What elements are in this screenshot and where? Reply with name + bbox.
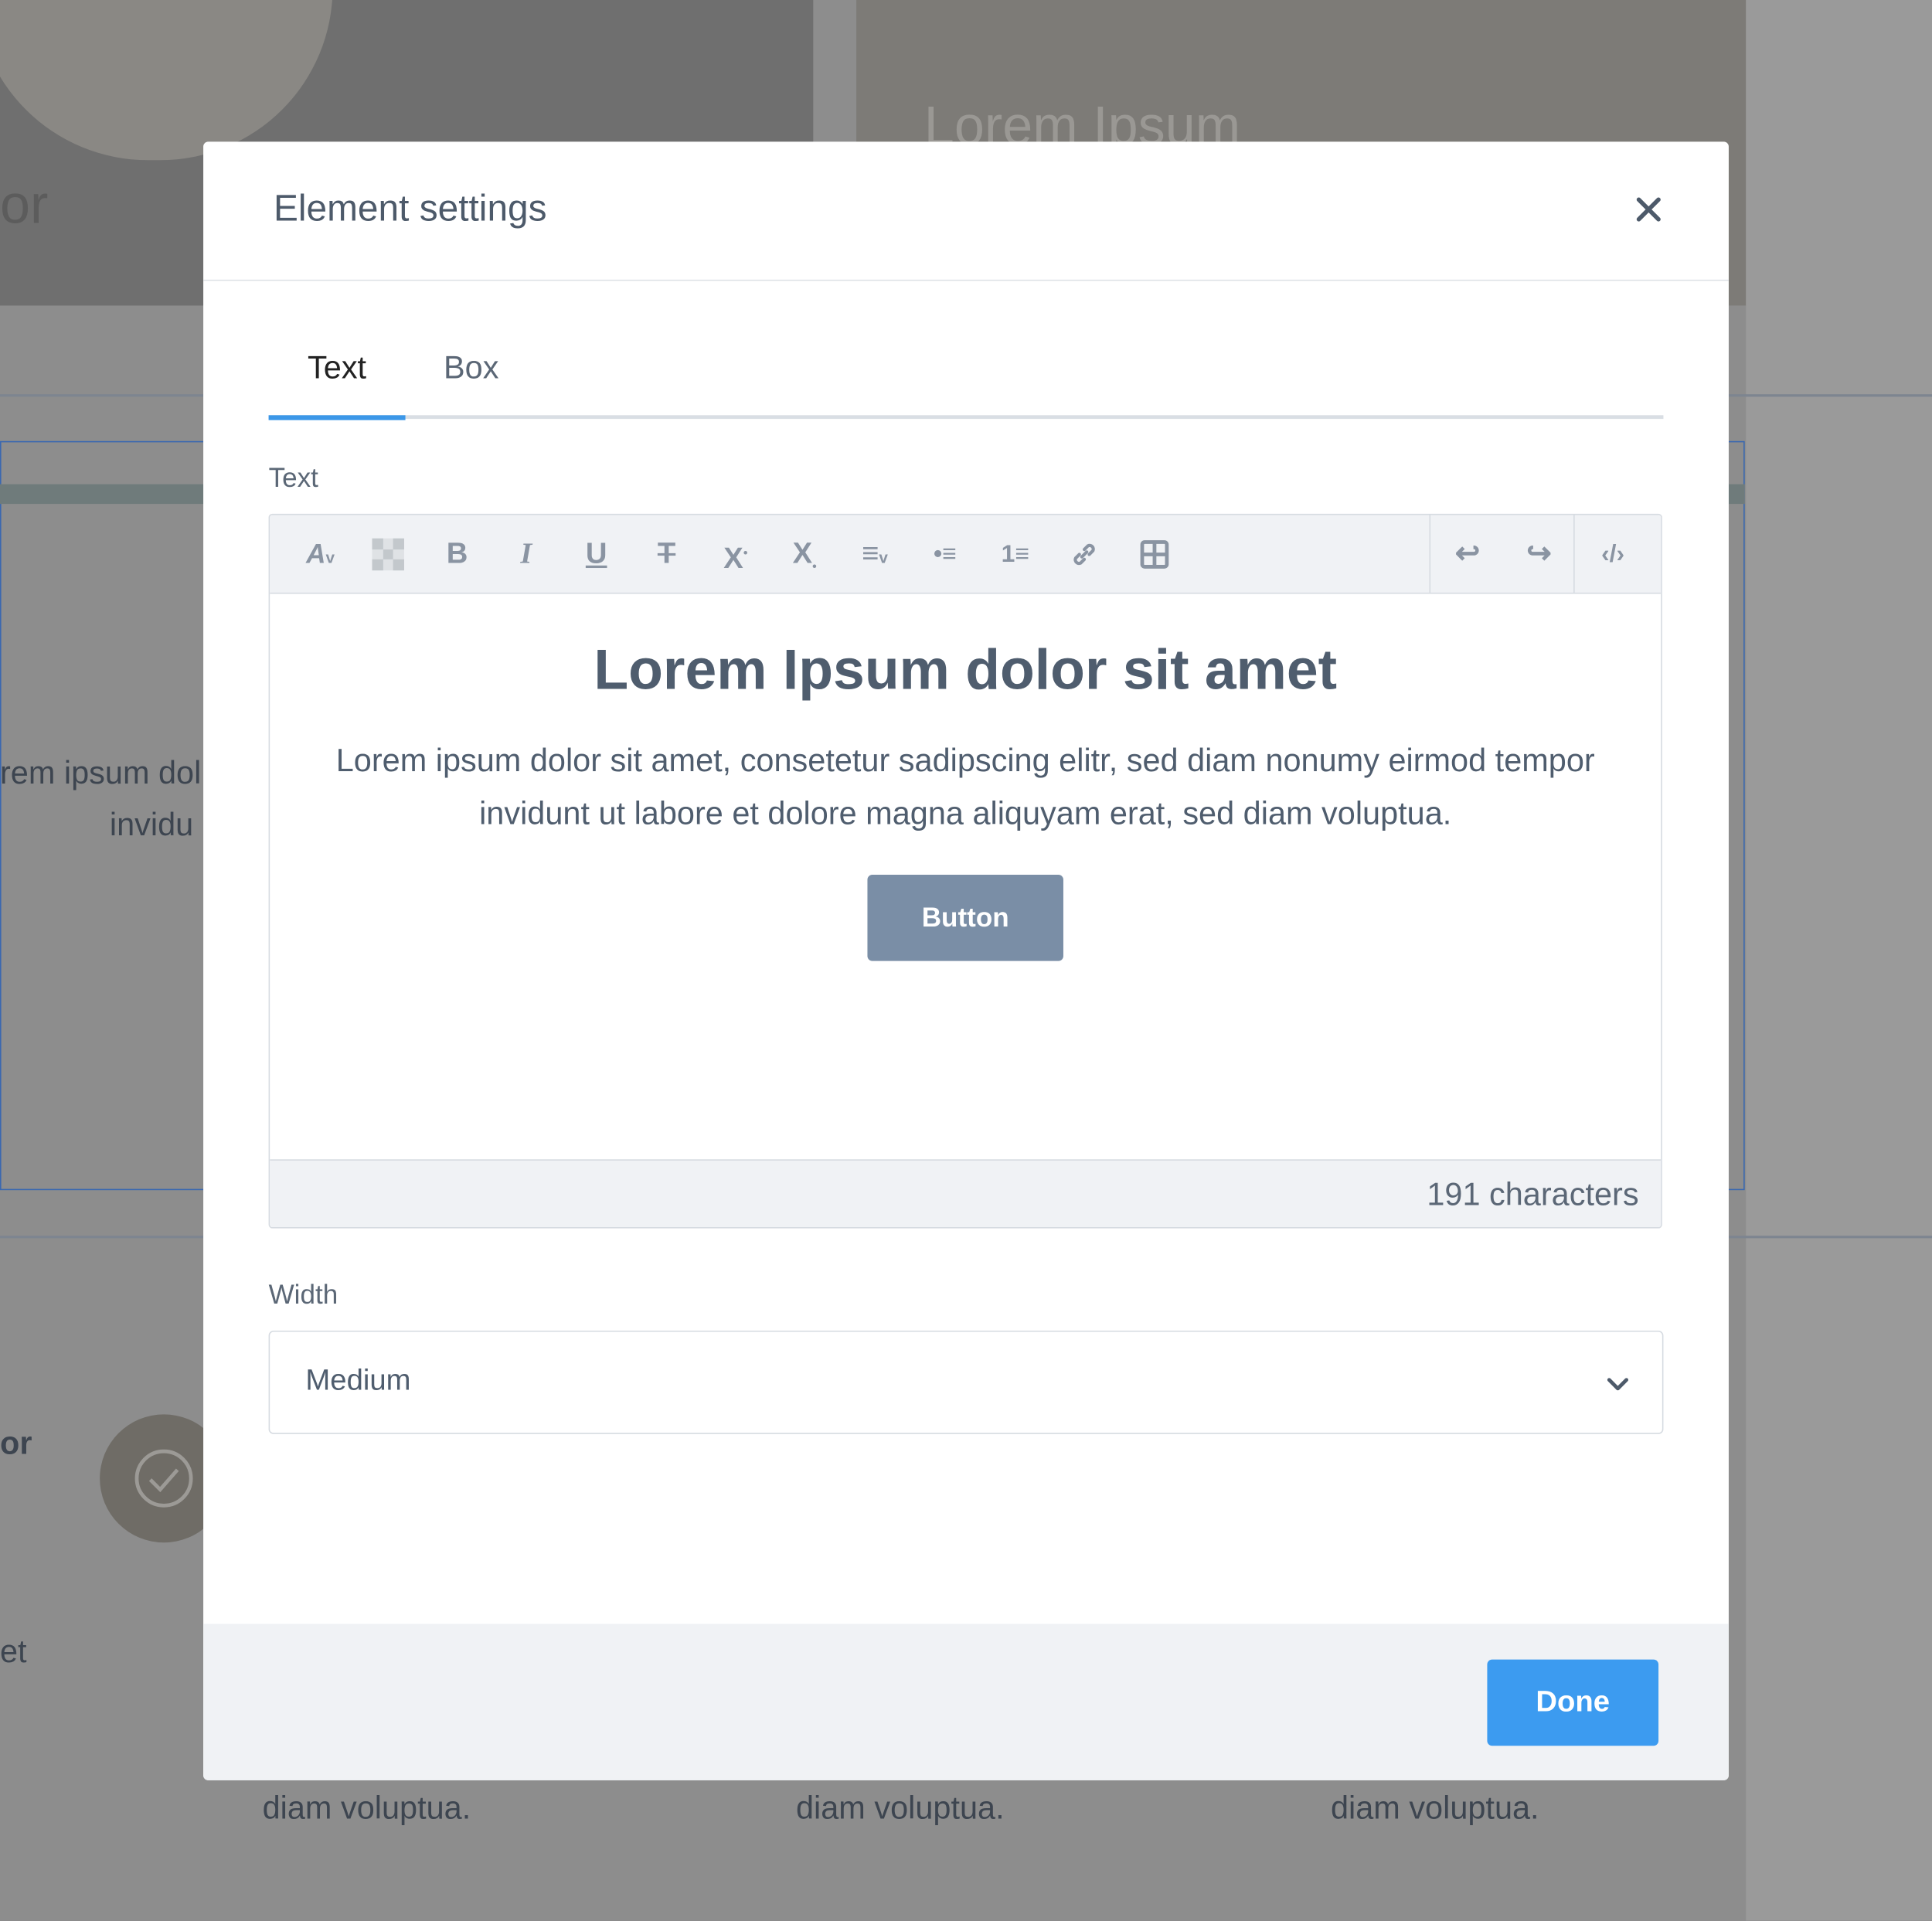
- subscript-icon[interactable]: X•: [782, 532, 826, 576]
- bg-fragment: or: [0, 175, 49, 236]
- modal-header: Element settings: [203, 141, 1729, 281]
- bg-text: rem ipsum dol: [0, 753, 202, 791]
- rich-text-editor: Av B I U T X• X• ≡v •≡ 1≡ ↩ ↪ ‹/› Lorem …: [268, 513, 1662, 1229]
- bg-right-strip: [1746, 0, 1932, 1921]
- tab-label: Text: [308, 348, 367, 386]
- text-field-label: Text: [268, 461, 318, 493]
- table-icon[interactable]: [1132, 532, 1176, 576]
- editor-status-bar: 191 characters: [270, 1159, 1662, 1228]
- bullet-list-icon[interactable]: •≡: [923, 532, 967, 576]
- width-field-label: Width: [268, 1278, 338, 1310]
- superscript-icon[interactable]: X•: [713, 532, 757, 576]
- tab-text[interactable]: Text: [268, 348, 406, 420]
- close-button[interactable]: [1630, 191, 1667, 228]
- font-size-icon[interactable]: Av: [294, 532, 346, 576]
- bold-icon[interactable]: B: [435, 532, 479, 576]
- tab-bar: Text Box: [268, 338, 1664, 420]
- strikethrough-icon[interactable]: T: [645, 532, 689, 576]
- bg-text: diam voluptua.: [262, 1789, 471, 1826]
- bg-text: diam voluptua.: [795, 1789, 1005, 1826]
- editor-inline-button[interactable]: Button: [867, 875, 1063, 961]
- character-count: 191 characters: [1427, 1175, 1639, 1212]
- link-icon[interactable]: [1062, 532, 1106, 576]
- stage: Lorem Ipsum or rem ipsum dol invidu or e…: [0, 0, 1932, 1921]
- editor-toolbar: Av B I U T X• X• ≡v •≡ 1≡ ↩ ↪ ‹/›: [270, 515, 1662, 594]
- chevron-down-icon: [1607, 1378, 1628, 1391]
- code-view-icon[interactable]: ‹/›: [1590, 532, 1634, 576]
- bg-text: or: [0, 1424, 32, 1461]
- bg-text: invidu: [109, 805, 194, 843]
- background-color-icon[interactable]: [366, 532, 410, 576]
- editor-content[interactable]: Lorem Ipsum dolor sit amet Lorem ipsum d…: [270, 594, 1661, 1161]
- numbered-list-icon[interactable]: 1≡: [993, 532, 1037, 576]
- undo-icon[interactable]: ↩: [1445, 532, 1489, 576]
- editor-heading: Lorem Ipsum dolor sit amet: [594, 637, 1338, 702]
- italic-icon[interactable]: I: [504, 532, 548, 576]
- bg-text: et: [0, 1632, 27, 1670]
- editor-paragraph: Lorem ipsum dolor sit amet, consetetur s…: [335, 741, 1595, 832]
- width-select-value: Medium: [305, 1364, 411, 1398]
- redo-icon[interactable]: ↪: [1517, 532, 1561, 576]
- toolbar-separator: [1429, 515, 1431, 593]
- align-icon[interactable]: ≡v: [849, 532, 901, 576]
- underline-icon[interactable]: U: [574, 532, 618, 576]
- element-settings-modal: Element settings Text Box Text Av B I U …: [203, 141, 1729, 1780]
- width-select[interactable]: Medium: [268, 1330, 1664, 1434]
- toolbar-separator: [1573, 515, 1575, 593]
- done-button[interactable]: Done: [1487, 1659, 1659, 1746]
- close-icon: [1636, 197, 1661, 222]
- modal-title: Element settings: [273, 188, 547, 230]
- bg-text: diam voluptua.: [1330, 1789, 1539, 1826]
- modal-footer: Done: [203, 1624, 1729, 1780]
- tab-box[interactable]: Box: [444, 348, 498, 415]
- tab-label: Box: [443, 348, 499, 386]
